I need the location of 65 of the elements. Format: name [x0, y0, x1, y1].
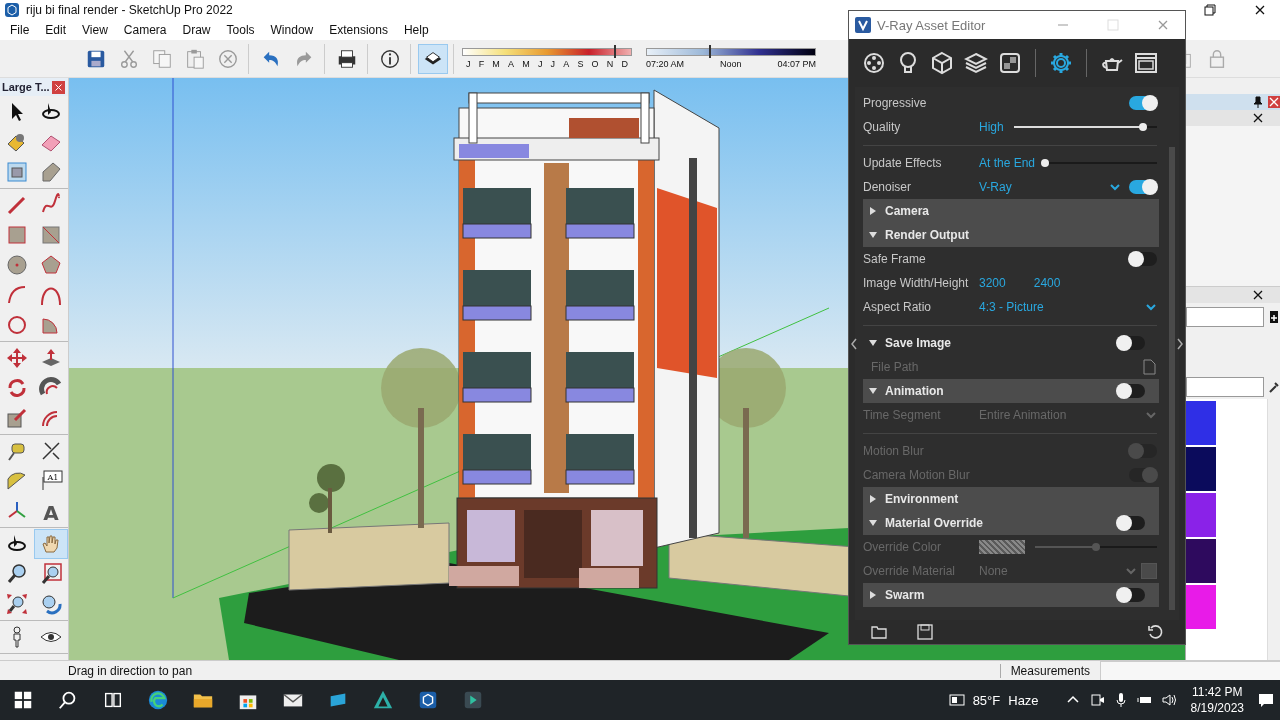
section-header[interactable]: Material Override — [863, 511, 1159, 535]
month-label: J — [466, 59, 471, 69]
setting-value: High — [979, 120, 1004, 134]
setting-label: Camera Motion Blur — [863, 468, 971, 482]
month-label: J — [550, 59, 556, 69]
menu-item[interactable]: View — [74, 20, 116, 40]
setting-label: Quality — [863, 120, 902, 134]
menu-item[interactable]: Tools — [218, 20, 263, 40]
dropdown-value[interactable]: 4:3 - Picture — [979, 300, 1044, 314]
menu-item[interactable]: Help — [395, 20, 437, 40]
section-title: Animation — [885, 384, 944, 398]
setting-value: At the End — [979, 156, 1036, 170]
section-header[interactable]: Camera — [863, 199, 1159, 223]
month-label: F — [478, 59, 485, 69]
section-header[interactable]: Animation — [863, 379, 1159, 403]
clock-time: 11:42 PM — [1192, 684, 1243, 700]
month-label: M — [522, 59, 530, 69]
setting-label: Time Segment — [863, 408, 942, 422]
month-label: A — [508, 59, 515, 69]
setting-label: Update Effects — [863, 156, 943, 170]
section-header[interactable]: Swarm — [863, 583, 1159, 607]
setting-label: Progressive — [863, 96, 928, 110]
menu-item[interactable]: Edit — [37, 20, 75, 40]
menu-item[interactable]: Draw — [174, 20, 219, 40]
setting-label: Motion Blur — [863, 444, 925, 458]
section-title: Render Output — [885, 228, 969, 242]
setting-label: Safe Frame — [863, 252, 927, 266]
month-label: M — [492, 59, 500, 69]
menu-item[interactable]: Extensions — [321, 20, 396, 40]
setting-label: Override Material — [863, 564, 957, 578]
month-label: D — [621, 59, 628, 69]
number-value[interactable]: 2400 — [1033, 276, 1061, 290]
menu-item[interactable]: File — [2, 20, 38, 40]
setting-label: File Path — [871, 360, 920, 374]
section-header[interactable]: Environment — [863, 487, 1159, 511]
section-title: Camera — [885, 204, 930, 218]
section-header[interactable]: Render Output — [863, 223, 1159, 247]
setting-label: Override Color — [863, 540, 943, 554]
menu-item[interactable]: Camera — [115, 20, 175, 40]
section-title: Material Override — [885, 516, 984, 530]
setting-label: Aspect Ratio — [863, 300, 933, 314]
time-label: 07:20 AM — [646, 59, 685, 69]
clock-date: 8/19/2023 — [1190, 700, 1244, 716]
temperature-text: 85°F — [972, 692, 1001, 708]
month-label: S — [577, 59, 584, 69]
dropdown-value[interactable]: V-Ray — [979, 180, 1012, 194]
section-title: Save Image — [885, 336, 952, 350]
month-label: J — [537, 59, 543, 69]
time-label: 04:07 PM — [777, 59, 816, 69]
setting-label: Denoiser — [863, 180, 913, 194]
window-title: riju bi final render - SketchUp Pro 2022 — [26, 3, 233, 17]
month-label: O — [591, 59, 599, 69]
window-title: V-Ray Asset Editor — [877, 17, 986, 33]
status-hint: Drag in direction to pan — [68, 663, 193, 678]
month-label: A — [563, 59, 570, 69]
menu-item[interactable]: Window — [262, 20, 322, 40]
section-title: Swarm — [885, 588, 925, 602]
setting-label: Image Width/Height — [863, 276, 970, 290]
palette-title: Large T... — [2, 81, 50, 93]
weather-text: Haze — [1008, 692, 1039, 708]
section-header[interactable]: Save Image — [863, 331, 1159, 355]
number-value[interactable]: 3200 — [979, 276, 1006, 290]
month-label: N — [606, 59, 614, 69]
time-label: Noon — [720, 59, 742, 69]
section-title: Environment — [885, 492, 959, 506]
